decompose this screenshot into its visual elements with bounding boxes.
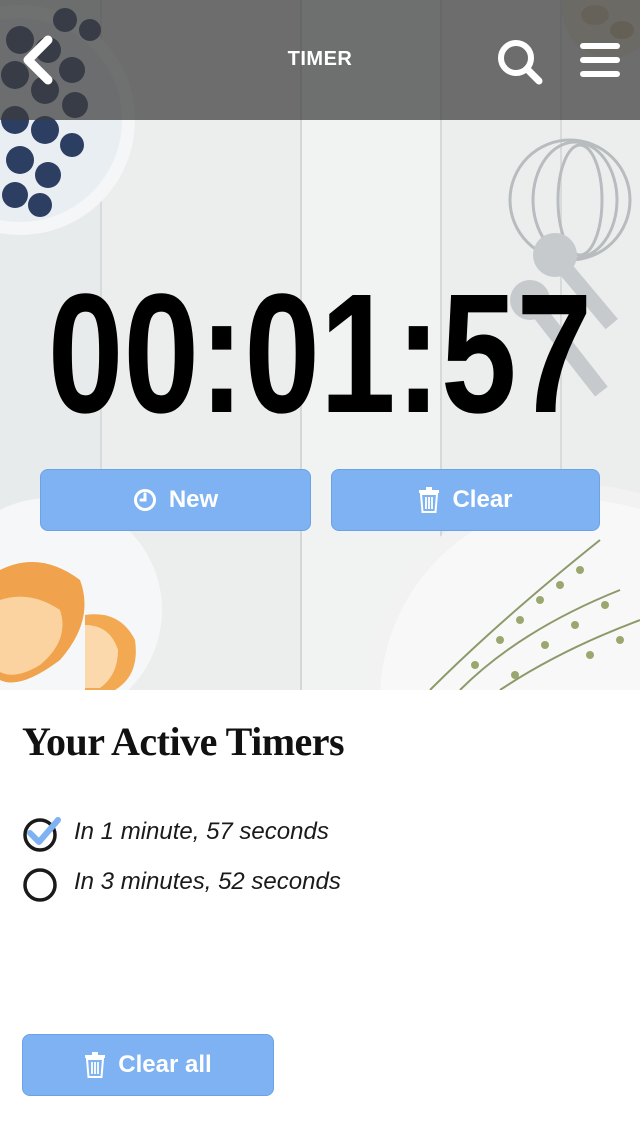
timer-checkbox-unchecked[interactable] [22,864,58,902]
new-timer-label: New [168,486,219,513]
page-title: TIMER [287,48,353,70]
search-button[interactable] [494,36,546,88]
hero-background: TIMER 00:01:57 New Clear [0,0,640,690]
trash-icon [85,1052,106,1078]
active-timers-heading: Your Active Timers [22,719,345,764]
chevron-left-icon [23,35,53,85]
trash-icon [419,487,440,513]
countdown-text: 00:01:57 [48,270,592,440]
timer-label: In 1 minute, 57 seconds [74,818,329,845]
timer-label: In 3 minutes, 52 seconds [74,868,341,895]
clear-all-button[interactable]: Clear all [22,1034,274,1096]
empty-circle-icon [23,868,57,902]
top-bar: TIMER [0,0,640,120]
clear-all-label: Clear all [118,1051,212,1078]
hamburger-menu-icon [580,43,620,77]
timer-checkbox-checked[interactable] [22,814,61,852]
clear-timer-label: Clear [452,486,513,513]
clock-icon [133,489,156,511]
countdown-display: 00:01:57 [48,270,592,440]
list-item: In 1 minute, 57 seconds [22,812,329,852]
checked-circle-icon [23,817,61,852]
menu-button[interactable] [578,40,622,80]
list-item: In 3 minutes, 52 seconds [22,862,341,902]
search-icon [498,40,543,85]
clear-timer-button[interactable]: Clear [331,469,600,531]
back-button[interactable] [18,34,62,86]
new-timer-button[interactable]: New [40,469,311,531]
